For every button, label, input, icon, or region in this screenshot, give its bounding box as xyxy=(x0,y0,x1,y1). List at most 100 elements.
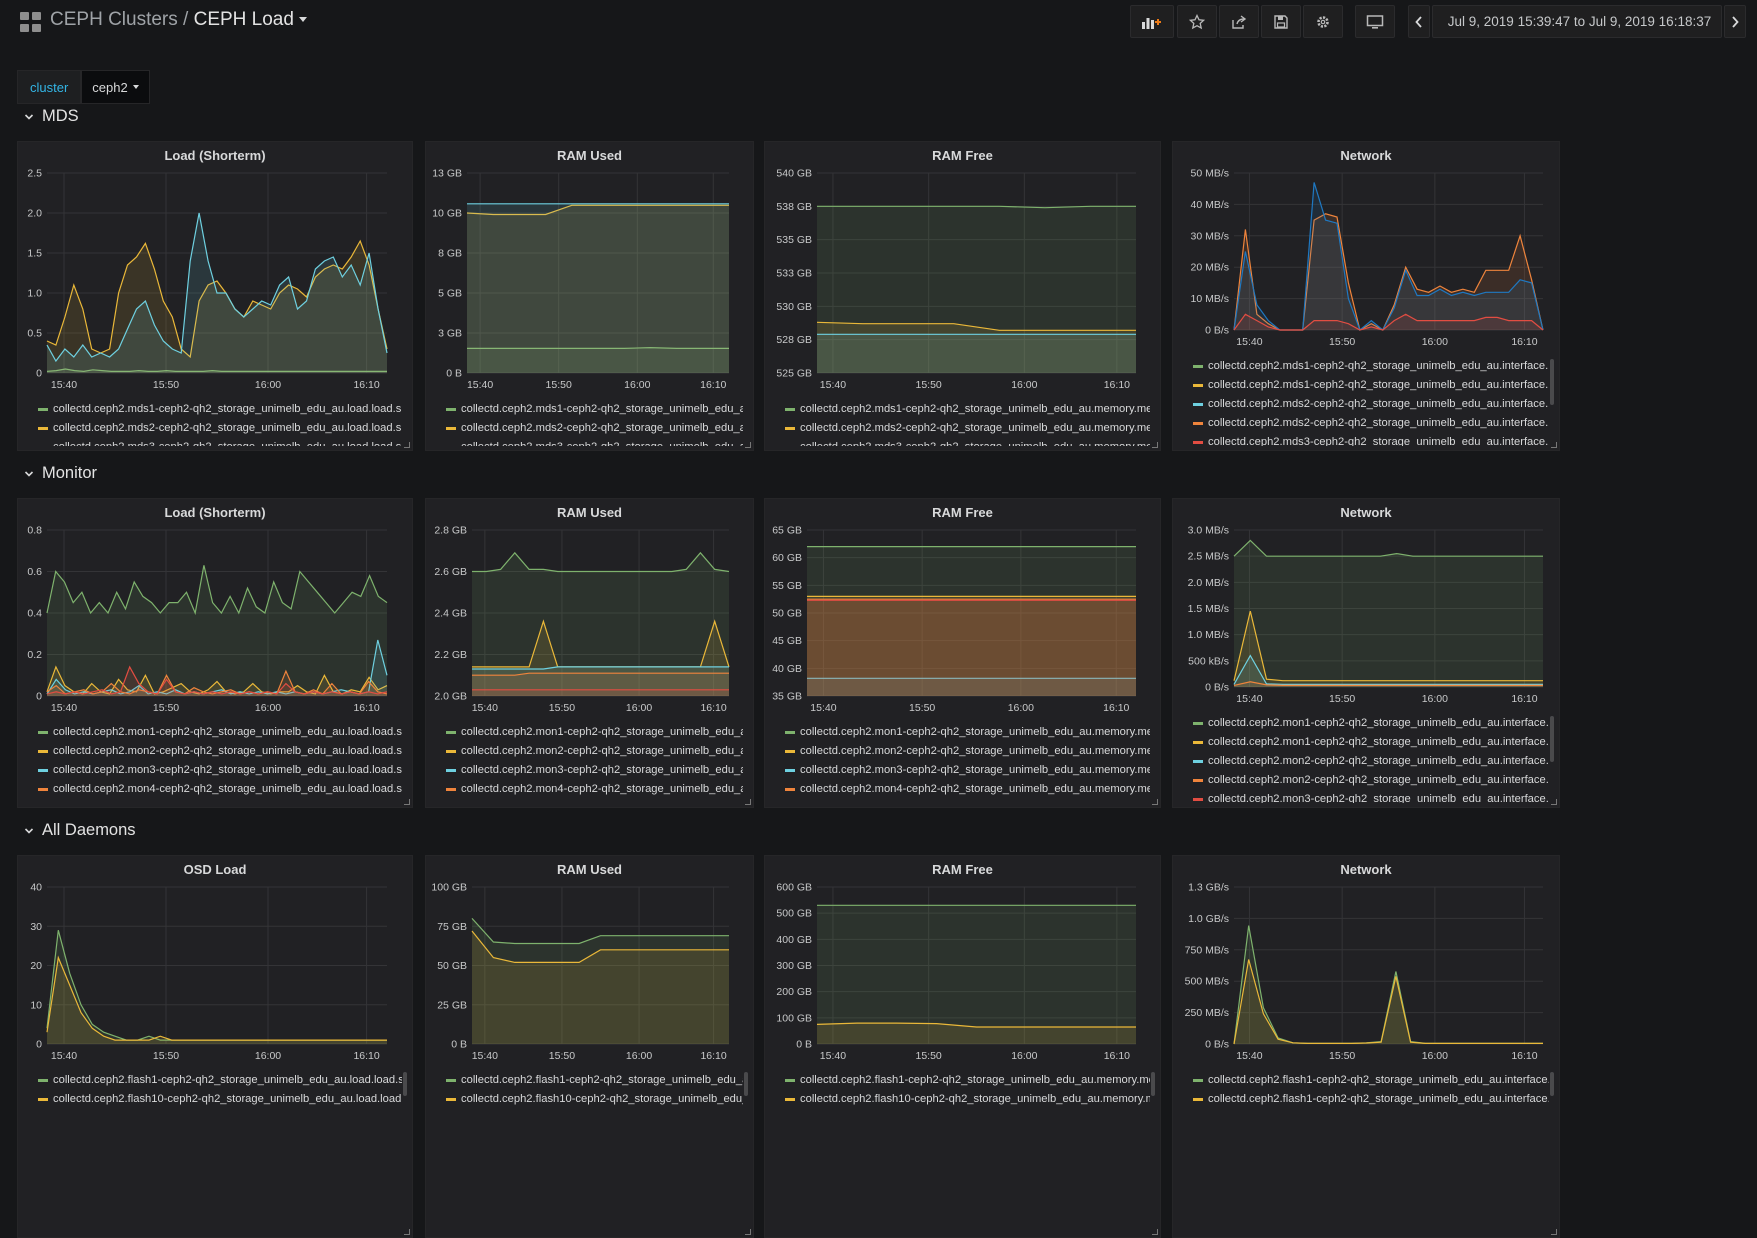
legend-scrollbar[interactable] xyxy=(744,1072,748,1096)
legend-item[interactable]: collectd.ceph2.mon3-ceph2-qh2_storage_un… xyxy=(446,761,743,780)
legend-item[interactable]: collectd.ceph2.flash10-ceph2-qh2_storage… xyxy=(785,1090,1150,1109)
star-button[interactable] xyxy=(1177,5,1217,38)
legend-item[interactable]: collectd.ceph2.mds1-ceph2-qh2_storage_un… xyxy=(1193,376,1549,395)
legend-color-swatch[interactable] xyxy=(38,788,48,791)
legend-color-swatch[interactable] xyxy=(785,1098,795,1101)
legend-color-swatch[interactable] xyxy=(785,731,795,734)
series-line[interactable] xyxy=(1233,539,1543,557)
legend-label[interactable]: collectd.ceph2.mon1-ceph2-qh2_storage_un… xyxy=(1208,714,1549,733)
legend-item[interactable]: collectd.ceph2.mon1-ceph2-qh2_storage_un… xyxy=(38,723,402,742)
legend-color-swatch[interactable] xyxy=(1193,384,1203,387)
legend-label[interactable]: collectd.ceph2.mds2-ceph2-qh2_storage_un… xyxy=(1208,395,1549,414)
graph-canvas[interactable]: 1.3 GB/s 1.0 GB/s 750 MB/s 500 MB/s 250 MB/s… xyxy=(1173,856,1560,1066)
legend-label[interactable]: collectd.ceph2.mds2-ceph2-qh2_storage_un… xyxy=(53,419,402,438)
legend-label[interactable]: collectd.ceph2.mds3-ceph2-qh2_storage_un… xyxy=(461,438,743,446)
legend-label[interactable]: collectd.ceph2.mds1-ceph2-qh2_storage_un… xyxy=(1208,376,1549,395)
legend-item[interactable]: collectd.ceph2.mds3-ceph2-qh2_storage_un… xyxy=(1193,433,1549,446)
legend-scrollbar[interactable] xyxy=(1550,1072,1554,1096)
legend-color-swatch[interactable] xyxy=(446,427,456,430)
graph-canvas[interactable]: 65 GB 60 GB 55 GB 50 GB 45 GB 40 GB 35 GB 15:40… xyxy=(765,499,1161,718)
graph-panel[interactable]: RAM Free 65 GB 60 GB 55 GB 50 GB 45 GB 40 GB 35… xyxy=(764,498,1161,808)
legend-item[interactable]: collectd.ceph2.flash10-ceph2-qh2_storage… xyxy=(446,1090,743,1109)
legend-label[interactable]: collectd.ceph2.mon5-ceph2-qh2_storage_un… xyxy=(461,799,743,803)
graph-canvas[interactable]: 2.8 GB 2.6 GB 2.4 GB 2.2 GB 2.0 GB 15:40 15:50… xyxy=(426,499,754,718)
legend-item[interactable]: collectd.ceph2.mon2-ceph2-qh2_storage_un… xyxy=(1193,752,1549,771)
legend-label[interactable]: collectd.ceph2.mds1-ceph2-qh2_storage_un… xyxy=(800,400,1150,419)
legend-label[interactable]: collectd.ceph2.mds2-ceph2-qh2_storage_un… xyxy=(1208,414,1549,433)
graph-canvas[interactable]: 2.5 2.0 1.5 1.0 0.5 0 15:40 15:50 16:00 16:10 xyxy=(18,142,413,395)
time-back-button[interactable] xyxy=(1408,5,1430,38)
graph-canvas[interactable]: 13 GB 10 GB 8 GB 5 GB 3 GB 0 B 15:40 15:50 16:00… xyxy=(426,142,754,395)
legend-item[interactable]: collectd.ceph2.mon1-ceph2-qh2_storage_un… xyxy=(1193,733,1549,752)
legend-color-swatch[interactable] xyxy=(38,408,48,411)
graph-panel[interactable]: Network 1.3 GB/s 1.0 GB/s 750 MB/s 500 MB/s 2… xyxy=(1172,855,1560,1238)
legend-label[interactable]: collectd.ceph2.mon2-ceph2-qh2_storage_un… xyxy=(1208,771,1549,790)
panel-resize-handle[interactable] xyxy=(1551,799,1557,805)
legend-item[interactable]: collectd.ceph2.mon2-ceph2-qh2_storage_un… xyxy=(1193,771,1549,790)
time-range-picker[interactable]: Jul 9, 2019 15:39:47 to Jul 9, 2019 16:1… xyxy=(1432,5,1722,38)
legend-color-swatch[interactable] xyxy=(446,750,456,753)
legend-label[interactable]: collectd.ceph2.mon1-ceph2-qh2_storage_un… xyxy=(461,723,743,742)
legend-item[interactable]: collectd.ceph2.mds2-ceph2-qh2_storage_un… xyxy=(38,419,402,438)
graph-canvas[interactable]: 3.0 MB/s 2.5 MB/s 2.0 MB/s 1.5 MB/s 1.0 MB/s… xyxy=(1173,499,1560,709)
legend-color-swatch[interactable] xyxy=(785,788,795,791)
graph-canvas[interactable]: 0.8 0.6 0.4 0.2 0 15:40 15:50 16:00 16:10 xyxy=(18,499,413,718)
legend-label[interactable]: collectd.ceph2.mon2-ceph2-qh2_storage_un… xyxy=(800,742,1150,761)
legend-color-swatch[interactable] xyxy=(785,769,795,772)
graph-canvas[interactable]: 100 GB 75 GB 50 GB 25 GB 0 B 15:40 15:50 16:00 1… xyxy=(426,856,754,1066)
legend-item[interactable]: collectd.ceph2.mon1-ceph2-qh2_storage_un… xyxy=(1193,714,1549,733)
legend-scrollbar[interactable] xyxy=(1550,716,1554,762)
legend-item[interactable]: collectd.ceph2.mds2-ceph2-qh2_storage_un… xyxy=(785,419,1150,438)
row-title[interactable]: MDS xyxy=(24,107,79,126)
legend-color-swatch[interactable] xyxy=(1193,403,1203,406)
legend-item[interactable]: collectd.ceph2.mon4-ceph2-qh2_storage_un… xyxy=(38,780,402,799)
time-forward-button[interactable] xyxy=(1724,5,1746,38)
legend-item[interactable]: collectd.ceph2.mds3-ceph2-qh2_storage_un… xyxy=(446,438,743,446)
legend-label[interactable]: collectd.ceph2.flash10-ceph2-qh2_storage… xyxy=(53,1090,402,1109)
legend-label[interactable]: collectd.ceph2.flash1-ceph2-qh2_storage_… xyxy=(800,1071,1150,1090)
legend-item[interactable]: collectd.ceph2.mon4-ceph2-qh2_storage_un… xyxy=(446,780,743,799)
panel-resize-handle[interactable] xyxy=(404,799,410,805)
graph-panel[interactable]: RAM Used 100 GB 75 GB 50 GB 25 GB 0 B 15:40 15:… xyxy=(425,855,754,1238)
legend-item[interactable]: collectd.ceph2.mon3-ceph2-qh2_storage_un… xyxy=(785,761,1150,780)
legend-label[interactable]: collectd.ceph2.flash1-ceph2-qh2_storage_… xyxy=(1208,1071,1549,1090)
graph-canvas[interactable]: 50 MB/s 40 MB/s 30 MB/s 20 MB/s 10 MB/s 0 B/s… xyxy=(1173,142,1560,352)
save-dashboard-button[interactable] xyxy=(1261,5,1301,38)
legend-item[interactable]: collectd.ceph2.mon2-ceph2-qh2_storage_un… xyxy=(785,742,1150,761)
legend-item[interactable]: collectd.ceph2.mds1-ceph2-qh2_storage_un… xyxy=(446,400,743,419)
legend-item[interactable]: collectd.ceph2.flash1-ceph2-qh2_storage_… xyxy=(446,1071,743,1090)
legend-label[interactable]: collectd.ceph2.mds1-ceph2-qh2_storage_un… xyxy=(461,400,743,419)
legend-item[interactable]: collectd.ceph2.flash10-ceph2-qh2_storage… xyxy=(38,1090,402,1109)
legend-label[interactable]: collectd.ceph2.mon3-ceph2-qh2_storage_un… xyxy=(53,761,402,780)
legend-color-swatch[interactable] xyxy=(1193,365,1203,368)
legend-item[interactable]: collectd.ceph2.mds2-ceph2-qh2_storage_un… xyxy=(446,419,743,438)
legend-label[interactable]: collectd.ceph2.mon1-ceph2-qh2_storage_un… xyxy=(53,723,402,742)
legend-item[interactable]: collectd.ceph2.mon3-ceph2-qh2_storage_un… xyxy=(38,761,402,780)
series-line[interactable] xyxy=(46,930,387,1041)
legend-color-swatch[interactable] xyxy=(446,1079,456,1082)
legend-label[interactable]: collectd.ceph2.flash10-ceph2-qh2_storage… xyxy=(800,1090,1150,1109)
caret-down-icon[interactable] xyxy=(298,17,307,22)
legend-item[interactable]: collectd.ceph2.mon1-ceph2-qh2_storage_un… xyxy=(785,723,1150,742)
legend-label[interactable]: collectd.ceph2.mon3-ceph2-qh2_storage_un… xyxy=(461,761,743,780)
breadcrumb-folder[interactable]: CEPH Clusters xyxy=(50,9,178,30)
graph-panel[interactable]: RAM Used 13 GB 10 GB 8 GB 5 GB 3 GB 0 B 15:40 15… xyxy=(425,141,754,451)
panel-resize-handle[interactable] xyxy=(745,799,751,805)
legend-label[interactable]: collectd.ceph2.mon4-ceph2-qh2_storage_un… xyxy=(800,780,1150,799)
legend-color-swatch[interactable] xyxy=(1193,441,1203,444)
legend-item[interactable]: collectd.ceph2.flash1-ceph2-qh2_storage_… xyxy=(785,1071,1150,1090)
legend-label[interactable]: collectd.ceph2.mds3-ceph2-qh2_storage_un… xyxy=(1208,433,1549,446)
legend-label[interactable]: collectd.ceph2.flash1-ceph2-qh2_storage_… xyxy=(53,1071,402,1090)
legend-label[interactable]: collectd.ceph2.mon4-ceph2-qh2_storage_un… xyxy=(461,780,743,799)
legend-item[interactable]: collectd.ceph2.flash1-ceph2-qh2_storage_… xyxy=(1193,1090,1549,1109)
share-button[interactable] xyxy=(1219,5,1259,38)
legend-label[interactable]: collectd.ceph2.mds1-ceph2-qh2_storage_un… xyxy=(1208,357,1549,376)
legend-color-swatch[interactable] xyxy=(38,1079,48,1082)
graph-panel[interactable]: Network 50 MB/s 40 MB/s 30 MB/s 20 MB/s 10 MB… xyxy=(1172,141,1560,451)
panel-resize-handle[interactable] xyxy=(404,442,410,448)
legend-color-swatch[interactable] xyxy=(446,769,456,772)
panel-resize-handle[interactable] xyxy=(1551,1229,1557,1235)
legend-label[interactable]: collectd.ceph2.mds3-ceph2-qh2_storage_un… xyxy=(53,438,402,446)
legend-item[interactable]: collectd.ceph2.mon1-ceph2-qh2_storage_un… xyxy=(446,723,743,742)
legend-scrollbar[interactable] xyxy=(403,1072,407,1096)
